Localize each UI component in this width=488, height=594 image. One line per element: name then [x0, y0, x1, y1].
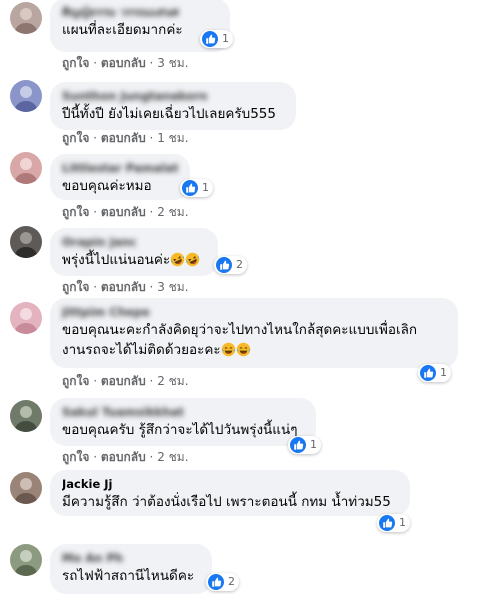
rolling-laughing-emoji: [185, 252, 200, 267]
comment-text: ปีนี้ทั้งปี ยังไม่เคยเฉี่ยวไปเลยครับ555: [62, 106, 276, 122]
comment-actions: ถูกใจ · ตอบกลับ · 3 ชม.: [62, 56, 189, 70]
tears-of-joy-emoji: [221, 342, 236, 357]
comment-author[interactable]: Littlestar Pamalat: [62, 160, 178, 176]
comment-bubble: Littlestar Pamalat ขอบคุณค่ะหมอ: [50, 154, 190, 200]
reaction-badge[interactable]: 2: [206, 573, 239, 591]
comment-actions: ถูกใจ · ตอบกลับ · 2 ชม.: [62, 450, 189, 464]
thumbs-up-icon: [290, 437, 306, 453]
avatar[interactable]: [10, 80, 42, 112]
comment-timestamp[interactable]: 3 ชม.: [157, 280, 188, 294]
comment-author[interactable]: Orapin Janc: [62, 234, 206, 250]
like-link[interactable]: ถูกใจ: [62, 374, 89, 388]
avatar[interactable]: [10, 2, 42, 34]
tears-of-joy-emoji: [236, 342, 251, 357]
like-link[interactable]: ถูกใจ: [62, 56, 89, 70]
comment-actions: ถูกใจ · ตอบกลับ · 2 ชม.: [62, 374, 189, 388]
comment-text: มีความรู้สึก ว่าต้องนั่งเรือไป เพราะตอนน…: [62, 494, 391, 510]
reply-link[interactable]: ตอบกลับ: [101, 131, 146, 145]
comment-text: ขอบคุณครับ รู้สึกว่าจะได้ไปวันพรุ่งนี้แน…: [62, 422, 298, 438]
comment-author[interactable]: Jittpim Chepe: [62, 304, 446, 320]
comment-timestamp[interactable]: 2 ชม.: [157, 205, 188, 219]
like-link[interactable]: ถูกใจ: [62, 205, 89, 219]
comment-text-content: งานรถจะได้ไม่ติดด้วยอะคะ: [62, 342, 221, 358]
reaction-badge[interactable]: 1: [288, 436, 321, 454]
reply-link[interactable]: ตอบกลับ: [101, 205, 146, 219]
avatar[interactable]: [10, 400, 42, 432]
reply-link[interactable]: ตอบกลับ: [101, 56, 146, 70]
reaction-badge[interactable]: 1: [180, 179, 213, 197]
comment-actions: ถูกใจ · ตอบกลับ · 1 ชม.: [62, 131, 189, 145]
comment-author[interactable]: Mo An Ph: [62, 550, 200, 566]
comment-timestamp[interactable]: 1 ชม.: [157, 131, 188, 145]
reaction-count: 1: [222, 32, 229, 45]
comment-bubble: Jackie Jj มีความรู้สึก ว่าต้องนั่งเรือไป…: [50, 470, 410, 516]
avatar[interactable]: [10, 226, 42, 258]
thumbs-up-icon: [216, 257, 232, 273]
comment-actions: ถูกใจ · ตอบกลับ · 2 ชม.: [62, 205, 189, 219]
reply-link[interactable]: ตอบกลับ: [101, 450, 146, 464]
comment-author[interactable]: Sunthon Jungtanakorn: [62, 88, 284, 104]
like-link[interactable]: ถูกใจ: [62, 280, 89, 294]
thumbs-up-icon: [202, 31, 218, 47]
avatar[interactable]: [10, 152, 42, 184]
comment-timestamp[interactable]: 2 ชม.: [157, 374, 188, 388]
rolling-laughing-emoji: [170, 252, 185, 267]
reaction-count: 1: [440, 366, 447, 379]
reaction-count: 2: [228, 575, 235, 588]
reaction-count: 1: [310, 438, 317, 451]
avatar[interactable]: [10, 472, 42, 504]
reaction-badge[interactable]: 1: [377, 514, 410, 532]
like-link[interactable]: ถูกใจ: [62, 450, 89, 464]
comment-text-line: งานรถจะได้ไม่ติดด้วยอะคะ: [62, 340, 446, 360]
comment-bubble: Jittpim Chepe ขอบคุณนะคะกำลังคิดยุว่าจะไ…: [50, 298, 458, 368]
comment-author[interactable]: ศิญญ์ธรรม วรรณแสนศ: [62, 4, 218, 20]
reaction-count: 1: [399, 516, 406, 529]
like-link[interactable]: ถูกใจ: [62, 131, 89, 145]
comment-text: แผนที่ละเอียดมากค่ะ: [62, 22, 183, 38]
comment-text-content: พรุ่งนี้ไปแน่นอนค่ะ: [62, 252, 171, 268]
reaction-count: 2: [236, 258, 243, 271]
thumbs-up-icon: [182, 180, 198, 196]
comment-bubble: Orapin Janc พรุ่งนี้ไปแน่นอนค่ะ: [50, 228, 218, 276]
comment-bubble: Sakul Tuamsikkhat ขอบคุณครับ รู้สึกว่าจะ…: [50, 398, 316, 446]
reply-link[interactable]: ตอบกลับ: [101, 374, 146, 388]
comment-bubble: Sunthon Jungtanakorn ปีนี้ทั้งปี ยังไม่เ…: [50, 82, 296, 130]
comment-actions: ถูกใจ · ตอบกลับ · 3 ชม.: [62, 280, 189, 294]
reaction-badge[interactable]: 2: [214, 256, 247, 274]
avatar[interactable]: [10, 302, 42, 334]
thumbs-up-icon: [420, 365, 436, 381]
reaction-count: 1: [202, 181, 209, 194]
reply-link[interactable]: ตอบกลับ: [101, 280, 146, 294]
thumbs-up-icon: [208, 574, 224, 590]
comment-text: พรุ่งนี้ไปแน่นอนค่ะ: [62, 250, 206, 270]
avatar[interactable]: [10, 544, 42, 576]
thumbs-up-icon: [379, 515, 395, 531]
comment-author[interactable]: Sakul Tuamsikkhat: [62, 404, 304, 420]
comment-timestamp[interactable]: 3 ชม.: [157, 56, 188, 70]
comment-text: รถไฟฟ้าสถานีไหนดีคะ: [62, 568, 195, 584]
comment-text-line: ขอบคุณนะคะกำลังคิดยุว่าจะไปทางไหนใกล้สุด…: [62, 322, 418, 338]
comment-author[interactable]: Jackie Jj: [62, 476, 398, 492]
reaction-badge[interactable]: 1: [200, 30, 233, 48]
comment-timestamp[interactable]: 2 ชม.: [157, 450, 188, 464]
reaction-badge[interactable]: 1: [418, 364, 451, 382]
comment-text: ขอบคุณค่ะหมอ: [62, 178, 152, 194]
